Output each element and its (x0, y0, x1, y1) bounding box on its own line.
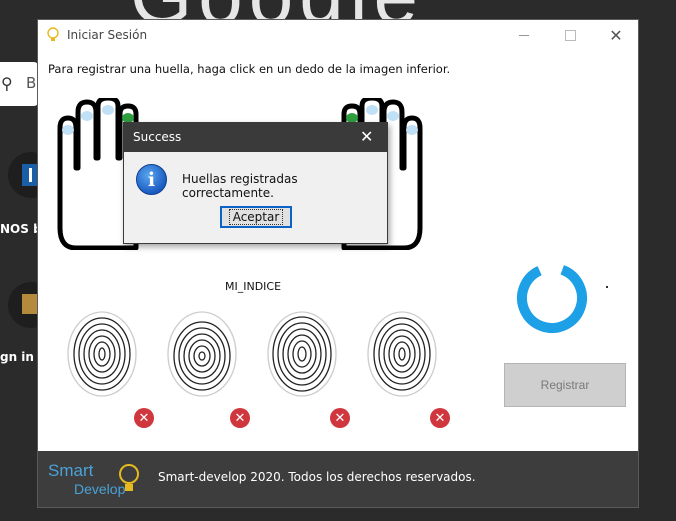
footer-bar: Smart Develop Smart-develop 2020. Todos … (38, 451, 638, 507)
info-icon: i (136, 164, 167, 195)
fingerprint-sample (62, 308, 142, 400)
lightbulb-icon (119, 464, 139, 491)
accept-button[interactable]: Aceptar (220, 206, 292, 228)
error-icon[interactable]: ✕ (330, 408, 350, 428)
minimize-icon (519, 34, 529, 36)
selected-finger-label: MI_INDICE (225, 280, 282, 293)
minimize-button[interactable] (501, 20, 547, 50)
spinner-dot (606, 286, 608, 288)
fingerprint-sample (362, 308, 442, 400)
loading-spinner-icon (517, 263, 587, 333)
login-window: Iniciar Sesión ✕ Para registrar una huel… (38, 20, 638, 507)
finger-right-middle[interactable] (366, 105, 378, 115)
logo-text-line1: Smart (48, 461, 94, 480)
finger-right-pinky[interactable] (406, 125, 418, 135)
error-icon[interactable]: ✕ (430, 408, 450, 428)
smart-develop-logo: Smart Develop (48, 461, 148, 501)
search-icon: ⚲ (1, 74, 13, 93)
finger-right-ring[interactable] (387, 111, 399, 121)
lightbulb-icon (47, 27, 59, 41)
success-dialog: Success ✕ i Huellas registradas correcta… (123, 122, 388, 244)
finger-left-ring[interactable] (81, 111, 93, 121)
maximize-icon (564, 29, 576, 41)
finger-left-pinky[interactable] (62, 125, 74, 135)
close-icon: ✕ (609, 25, 623, 45)
finger-left-middle[interactable] (102, 105, 114, 115)
error-icon[interactable]: ✕ (230, 408, 250, 428)
background-search-box: ⚲ B (0, 62, 38, 106)
window-titlebar: Iniciar Sesión ✕ (38, 20, 638, 50)
dialog-message: Huellas registradas correctamente. (182, 172, 298, 200)
instruction-text: Para registrar una huella, haga click en… (48, 62, 451, 76)
error-icon[interactable]: ✕ (134, 408, 154, 428)
fingerprint-sample (162, 308, 242, 400)
copyright-text: Smart-develop 2020. Todos los derechos r… (158, 470, 476, 484)
maximize-button[interactable] (547, 20, 593, 50)
dialog-close-icon[interactable]: ✕ (360, 127, 373, 146)
accept-button-label: Aceptar (228, 209, 284, 225)
dialog-title: Success (133, 130, 182, 144)
close-button[interactable]: ✕ (593, 20, 639, 50)
fingerprint-sample (262, 308, 342, 400)
window-title: Iniciar Sesión (67, 28, 148, 42)
dialog-titlebar: Success ✕ (124, 123, 387, 152)
register-button[interactable]: Registrar (504, 363, 626, 407)
background-search-text: B (26, 74, 37, 92)
